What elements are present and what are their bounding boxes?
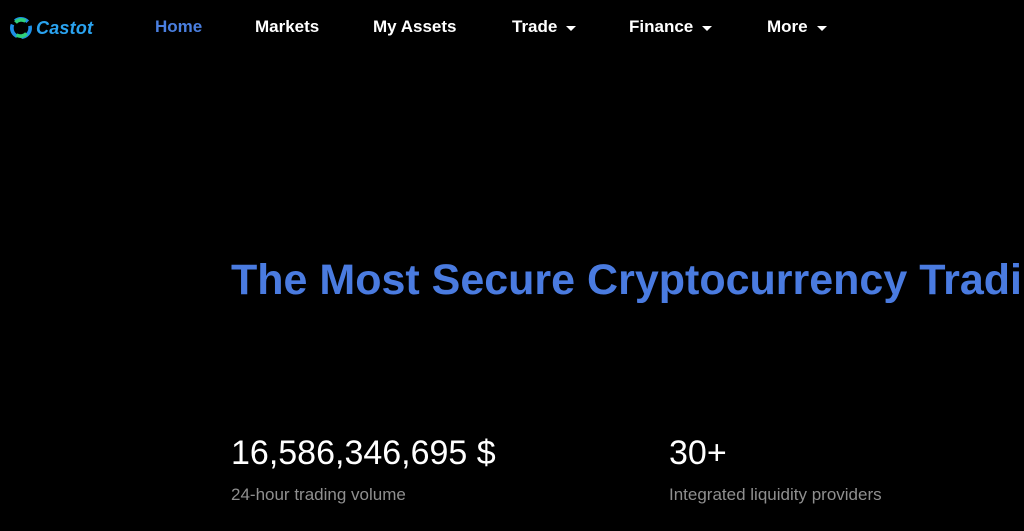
nav-item-label: More bbox=[767, 17, 808, 36]
hero-title: The Most Secure Cryptocurrency Trading P… bbox=[231, 256, 1024, 304]
nav-item-trade[interactable]: Trade bbox=[512, 17, 577, 37]
caret-down-icon bbox=[566, 25, 577, 31]
stat-label: Integrated liquidity providers bbox=[669, 485, 882, 504]
nav-item-label: Finance bbox=[629, 17, 694, 36]
stat-label: 24-hour trading volume bbox=[231, 485, 406, 504]
stat-trading-volume: 16,586,346,695 $ 24-hour trading volume bbox=[231, 433, 496, 505]
nav-item-more[interactable]: More bbox=[767, 17, 827, 37]
nav-item-label: My Assets bbox=[373, 17, 457, 36]
brand-name: Castot bbox=[36, 17, 94, 38]
nav-item-markets[interactable]: Markets bbox=[255, 17, 319, 37]
brand-logo[interactable]: Castot bbox=[10, 16, 93, 40]
nav-item-home[interactable]: Home bbox=[155, 17, 202, 37]
nav-item-finance[interactable]: Finance bbox=[629, 17, 713, 37]
stat-value: 30+ bbox=[669, 434, 727, 472]
nav-item-label: Home bbox=[155, 17, 203, 36]
nav-item-label: Trade bbox=[512, 17, 558, 36]
castot-logo-icon bbox=[10, 17, 32, 39]
caret-down-icon bbox=[816, 25, 827, 31]
page: Castot Home Markets My Assets Trade Fina… bbox=[0, 0, 1024, 531]
caret-down-icon bbox=[702, 25, 713, 31]
top-nav: Castot Home Markets My Assets Trade Fina… bbox=[0, 0, 1024, 54]
stat-value: 16,586,346,695 $ bbox=[231, 434, 496, 472]
stat-liquidity-providers: 30+ Integrated liquidity providers bbox=[669, 433, 882, 505]
nav-item-my-assets[interactable]: My Assets bbox=[373, 17, 456, 37]
nav-item-label: Markets bbox=[255, 17, 320, 36]
